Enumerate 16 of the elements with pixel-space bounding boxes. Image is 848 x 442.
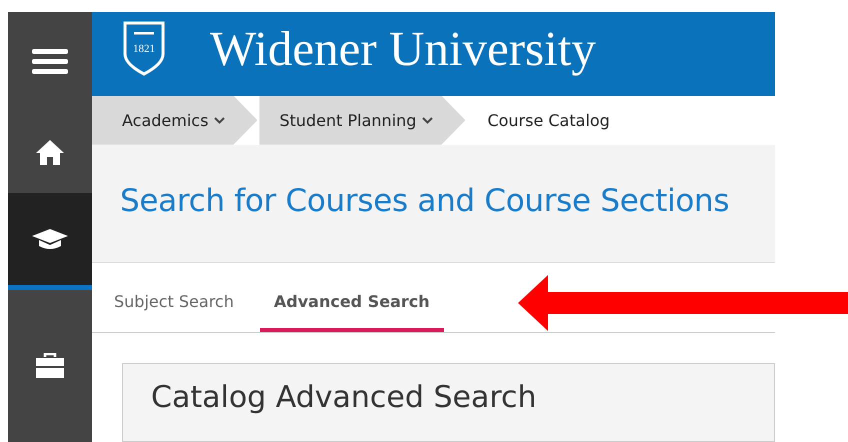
tab[interactable]: Subject Search (100, 263, 248, 332)
sidebar-button[interactable] (8, 193, 92, 290)
graduation-cap-icon (31, 227, 69, 251)
home-icon (35, 138, 65, 164)
breadcrumb-link[interactable]: Course Catalog (467, 96, 630, 145)
card-title: Catalog Advanced Search (151, 380, 538, 416)
briefcase-icon (35, 353, 65, 379)
chevron-down-icon (214, 116, 226, 124)
tab[interactable]: Advanced Search (260, 263, 444, 332)
menu-icon (32, 47, 68, 75)
university-name: Widener University (210, 20, 596, 78)
page-title: Search for Courses and Course Sections (120, 182, 730, 219)
breadcrumb-link[interactable]: Academics (92, 96, 258, 145)
chevron-down-icon (422, 116, 434, 124)
breadcrumb-link[interactable]: Student Planning (259, 96, 466, 145)
shield-logo: 1821 (122, 20, 166, 76)
